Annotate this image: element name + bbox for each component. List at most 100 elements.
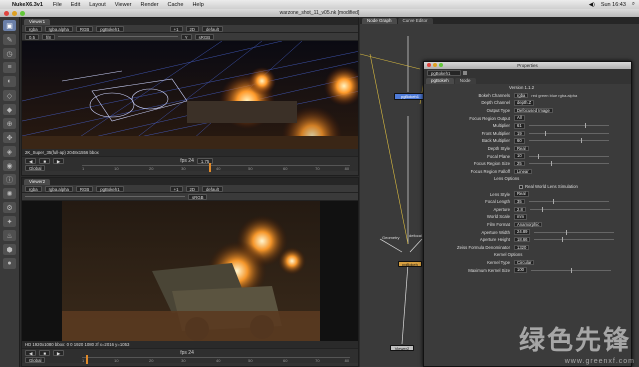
focal-plane-slider[interactable] (528, 153, 609, 159)
menu-cache[interactable]: Cache (168, 2, 184, 8)
3d-nodes-icon[interactable]: ◈ (3, 146, 16, 157)
volume-icon[interactable]: ◀) (589, 2, 595, 8)
tab-viewer1[interactable]: Viewer1 (24, 19, 51, 25)
menu-file[interactable]: File (53, 2, 62, 8)
merge-nodes-icon[interactable]: ⊕ (3, 118, 16, 129)
time-nodes-icon[interactable]: ◷ (3, 48, 16, 59)
bokeh-channels-select[interactable]: rgba (514, 92, 529, 99)
pgbokeh-node-selected[interactable]: pgBokeh1 (394, 93, 426, 100)
plugins-icon[interactable]: ⬢ (3, 244, 16, 255)
input-a-select[interactable]: pgBokeh1 (96, 25, 124, 32)
multiplier-slider[interactable] (528, 123, 609, 129)
display-select[interactable]: RGB (75, 25, 94, 32)
zeiss-formula-field[interactable]: 1320 (514, 244, 530, 251)
tab-pgbokeh[interactable]: pgBokeh (426, 78, 454, 84)
toolsets-icon[interactable]: ⚙ (3, 202, 16, 213)
play-button[interactable]: ▶ (52, 349, 65, 356)
playhead[interactable] (86, 355, 88, 364)
playhead[interactable] (209, 163, 211, 172)
depth-style-select[interactable]: Real (514, 145, 529, 152)
lut-select[interactable]: default (202, 25, 223, 32)
front-multiplier-slider[interactable] (528, 130, 609, 136)
multiplier-field[interactable]: 61 (514, 123, 525, 129)
gain-slider[interactable] (57, 36, 178, 37)
gain-slider[interactable] (25, 196, 185, 197)
output-lut-select[interactable]: sRGB (188, 193, 208, 200)
viewer2-viewport[interactable] (22, 201, 358, 341)
minimize-properties-icon[interactable] (433, 63, 437, 67)
minimize-window-icon[interactable] (12, 10, 17, 16)
aperture-width-field[interactable]: 24.89 (514, 229, 531, 235)
channel-select[interactable]: rgba (25, 25, 42, 32)
menu-edit[interactable]: Edit (71, 2, 80, 8)
view-mode-select[interactable]: 2D (185, 25, 199, 32)
input-a-select[interactable]: pgBokeh1 (96, 185, 124, 192)
channel-nodes-icon[interactable]: ≡ (3, 62, 16, 73)
focal-plane-field[interactable]: 10 (514, 153, 525, 159)
other-nodes-icon[interactable]: ✦ (3, 216, 16, 227)
timeline-ruler[interactable]: 1 10 20 30 40 50 60 70 80 (82, 165, 350, 171)
tab-node[interactable]: Node (454, 78, 476, 84)
stop-button[interactable]: ■ (39, 157, 50, 164)
filter-nodes-icon[interactable]: ◇ (3, 90, 16, 101)
timeline-global-select[interactable]: Global (25, 165, 46, 171)
app-menu[interactable]: NukeX6.3v1 (12, 2, 43, 8)
aperture-height-slider[interactable] (534, 237, 615, 243)
channel-checkboxes[interactable]: red green blue rgba.alpha (531, 93, 577, 98)
menu-render[interactable]: Render (140, 2, 158, 8)
lut-select[interactable]: default (202, 185, 223, 192)
viewer2-node[interactable]: Viewer2 (390, 345, 414, 351)
film-format-select[interactable]: Anamorphic (514, 221, 543, 228)
focus-region-output-select[interactable]: All (514, 115, 525, 121)
lens-style-select[interactable]: Real (514, 191, 529, 197)
world-scale-select[interactable]: mm (514, 214, 527, 220)
viewer1-viewport[interactable] (22, 41, 358, 149)
channel-select[interactable]: rgba (25, 185, 42, 192)
close-window-icon[interactable] (4, 10, 9, 16)
draw-nodes-icon[interactable]: ✎ (3, 34, 16, 45)
node-color-swatch[interactable] (463, 71, 467, 75)
focal-length-slider[interactable] (528, 199, 609, 205)
menu-help[interactable]: Help (192, 2, 203, 8)
particles-nodes-icon[interactable]: ✺ (3, 188, 16, 199)
alpha-select[interactable]: rgba.alpha (44, 185, 73, 192)
view-mode-select[interactable]: 2D (185, 185, 199, 192)
real-world-checkbox[interactable] (519, 184, 523, 189)
transform-nodes-icon[interactable]: ✥ (3, 132, 16, 143)
play-back-button[interactable]: ◀ (25, 349, 37, 356)
furnace-nodes-icon[interactable]: ♨ (3, 230, 16, 241)
zoom-select[interactable]: +1 (169, 185, 183, 192)
focus-region-size-field[interactable]: 25 (514, 160, 525, 167)
alpha-select[interactable]: rgba.alpha (44, 25, 73, 32)
fstop-field[interactable]: f/8 (41, 33, 55, 40)
aperture-width-slider[interactable] (534, 229, 615, 235)
play-button[interactable]: ▶ (52, 157, 65, 164)
menu-layout[interactable]: Layout (89, 2, 106, 8)
keyer-nodes-icon[interactable]: ◆ (3, 104, 16, 115)
depth-channel-select[interactable]: depth.Z (514, 100, 535, 106)
focus-region-size-slider[interactable] (528, 161, 609, 167)
output-type-select[interactable]: Defocused Image (514, 107, 553, 114)
kernel-type-select[interactable]: Circular (514, 259, 535, 266)
timeline-global-select[interactable]: Global (25, 357, 46, 363)
zoom-properties-icon[interactable] (439, 63, 443, 67)
pgbokeh-node[interactable]: pgBokeh (398, 261, 422, 267)
stop-button[interactable]: ■ (39, 349, 50, 356)
output-lut-select[interactable]: sRGB (194, 33, 215, 40)
back-multiplier-field[interactable]: 60 (514, 138, 525, 144)
back-multiplier-slider[interactable] (528, 138, 609, 144)
pgbokeh-icon[interactable]: ● (3, 258, 16, 269)
front-multiplier-field[interactable]: 19 (514, 130, 525, 137)
max-kernel-size-field[interactable]: 100 (514, 267, 527, 273)
play-back-button[interactable]: ◀ (25, 157, 37, 164)
aperture-field[interactable]: 2.8 (514, 206, 526, 213)
display-select[interactable]: RGB (75, 185, 94, 192)
close-properties-icon[interactable] (427, 63, 431, 67)
timeline-ruler[interactable]: 1 10 20 30 40 50 60 70 80 (82, 357, 350, 363)
zoom-window-icon[interactable] (20, 10, 25, 16)
gain-field[interactable]: 0.5 (25, 33, 39, 40)
tab-viewer2[interactable]: Viewer2 (24, 179, 51, 185)
views-nodes-icon[interactable]: ◉ (3, 160, 16, 171)
properties-node-name[interactable]: pgBokeh1 (427, 70, 461, 76)
color-nodes-icon[interactable]: ◐ (3, 76, 16, 87)
